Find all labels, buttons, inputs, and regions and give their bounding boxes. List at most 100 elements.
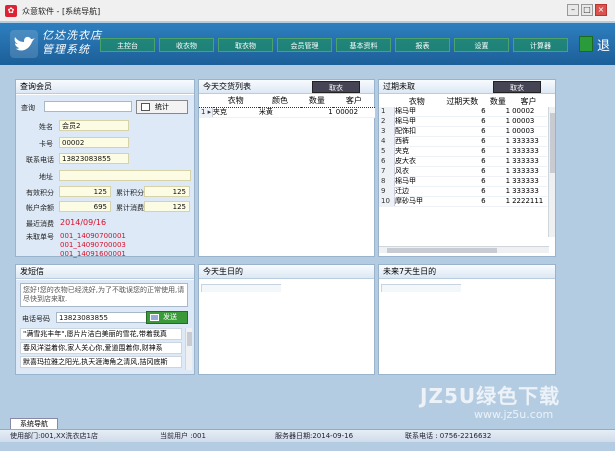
birthday-week-list bbox=[381, 284, 461, 292]
sms-phone-input[interactable]: 13823083855 bbox=[56, 312, 152, 323]
nav-item-members[interactable]: 会员管理 bbox=[277, 38, 332, 52]
col-item: 衣物 bbox=[227, 96, 244, 106]
row-index: 7 bbox=[379, 166, 396, 177]
send-button[interactable]: 发送 bbox=[146, 311, 188, 324]
today-pickup-button[interactable]: 取衣 bbox=[312, 81, 360, 93]
today-delivery-header: 今天交货列表 取衣 bbox=[199, 80, 374, 94]
row-qty: 1 bbox=[485, 196, 511, 207]
close-icon[interactable]: × bbox=[595, 4, 607, 16]
total-points-field: 125 bbox=[144, 186, 190, 197]
nav-item-pickup[interactable]: 取衣物 bbox=[218, 38, 273, 52]
row-customer: 2222111 bbox=[510, 196, 547, 207]
nav-item-calculator[interactable]: 计算器 bbox=[513, 38, 568, 52]
table-row[interactable]: 5 夹克 6 1 333333 bbox=[379, 146, 547, 157]
maximize-icon[interactable]: □ bbox=[581, 4, 593, 16]
sms-template-3[interactable]: 默喜玛拉雅之阳光,执天涯海角之清风,拮冈底斯 bbox=[20, 356, 182, 368]
table-row[interactable]: 6 皮大衣 6 1 333333 bbox=[379, 156, 547, 167]
row-item: 皮大衣 bbox=[394, 156, 439, 167]
unclaimed-order-1[interactable]: 001_14090700001 bbox=[60, 232, 126, 240]
nav-item-receive[interactable]: 收衣物 bbox=[159, 38, 214, 52]
minimize-icon[interactable]: – bbox=[567, 4, 579, 16]
name-label: 姓名 bbox=[39, 123, 53, 131]
bird-logo-icon bbox=[10, 30, 38, 58]
stat-button[interactable]: 统计 bbox=[136, 100, 188, 114]
row-index: 2 bbox=[379, 116, 396, 127]
row-index: 6 bbox=[379, 156, 396, 167]
sms-templates-vscroll[interactable] bbox=[185, 328, 192, 370]
table-row[interactable]: 10 摩砂马甲 6 1 2222111 bbox=[379, 196, 547, 207]
birthday-today-header: 今天生日的 bbox=[199, 265, 374, 279]
row-qty: 1 bbox=[485, 136, 511, 147]
window-titlebar: ✿ 众意软件 - [系统导航] – □ × bbox=[0, 0, 615, 22]
table-row[interactable]: 1 ▸ 夹克 米黄 1 00002 bbox=[199, 106, 375, 118]
col-item: 衣物 bbox=[408, 96, 425, 106]
tab-system-navigation[interactable]: 系统导航 bbox=[10, 418, 58, 429]
birthday-week-header: 未来7天生日的 bbox=[379, 265, 555, 279]
table-row[interactable]: 3 配饰扣 6 1 00003 bbox=[379, 126, 547, 137]
row-customer: 00002 bbox=[510, 107, 547, 117]
row-days: 6 bbox=[438, 146, 486, 157]
row-item: 夹克 bbox=[212, 106, 259, 118]
member-panel: 查询会员 查询 统计 姓名 会员2 卡号 00002 联系电话 13823083… bbox=[15, 79, 195, 258]
exit-label: 退 bbox=[597, 39, 611, 54]
watermark-main: JZ5U绿色下载 bbox=[420, 384, 561, 408]
table-row[interactable]: 7 风衣 6 1 333333 bbox=[379, 166, 547, 177]
send-icon bbox=[150, 314, 159, 321]
total-spent-label: 累计消费 bbox=[116, 204, 144, 212]
row-days: 6 bbox=[438, 186, 486, 197]
unclaimed-order-2[interactable]: 001_14090700003 bbox=[60, 241, 126, 249]
phone-label: 联系电话 bbox=[26, 156, 54, 164]
sms-message-input[interactable]: 您好!您的衣物已经洗好,为了不耽误您的正常使用,请尽快到店来取. bbox=[20, 283, 188, 307]
send-label: 发送 bbox=[163, 313, 177, 321]
overdue-hscroll[interactable] bbox=[379, 246, 549, 253]
nav-item-console[interactable]: 主控台 bbox=[100, 38, 155, 52]
nav-item-basic-data[interactable]: 基本资料 bbox=[336, 38, 391, 52]
nav-menu: 主控台 收衣物 取衣物 会员管理 基本资料 报表 设置 计算器 bbox=[100, 38, 572, 52]
sms-panel: 发短信 您好!您的衣物已经洗好,为了不耽误您的正常使用,请尽快到店来取. 电话号… bbox=[15, 264, 195, 375]
row-item: 西裤 bbox=[394, 136, 439, 147]
table-row[interactable]: 4 西裤 6 1 333333 bbox=[379, 136, 547, 147]
status-contact: 联系电话 : 0756-2216632 bbox=[405, 432, 492, 440]
scroll-thumb[interactable] bbox=[187, 332, 192, 346]
overdue-title: 过期未取 bbox=[383, 82, 415, 91]
table-row[interactable]: 9 迁边 6 1 333333 bbox=[379, 186, 547, 197]
points-label: 有效积分 bbox=[26, 189, 54, 197]
watermark-sub: www.jz5u.com bbox=[474, 408, 554, 421]
row-index: 4 bbox=[379, 136, 396, 147]
balance-label: 帐户余额 bbox=[26, 204, 54, 212]
exit-button[interactable]: 退 bbox=[579, 33, 611, 55]
main-navbar: 亿达洗衣店 管理系统 主控台 收衣物 取衣物 会员管理 基本资料 报表 设置 计… bbox=[0, 23, 615, 65]
row-customer: 333333 bbox=[510, 166, 547, 177]
phone-field: 13823083855 bbox=[59, 153, 129, 164]
scroll-thumb[interactable] bbox=[550, 113, 555, 173]
col-idx bbox=[199, 95, 212, 107]
member-panel-header: 查询会员 bbox=[16, 80, 194, 94]
row-item: 风衣 bbox=[394, 166, 439, 177]
row-days: 6 bbox=[438, 156, 486, 167]
row-index: 3 bbox=[379, 126, 396, 137]
window-title: 众意软件 - [系统导航] bbox=[22, 7, 101, 16]
unclaimed-order-3[interactable]: 001_14091600001 bbox=[60, 250, 126, 258]
status-server-date: 服务器日期:2014-09-16 bbox=[275, 432, 354, 440]
nav-item-settings[interactable]: 设置 bbox=[454, 38, 509, 52]
table-row[interactable]: 1 棉马甲 6 1 00002 bbox=[379, 107, 547, 117]
row-days: 6 bbox=[438, 176, 486, 187]
scroll-thumb[interactable] bbox=[387, 248, 497, 253]
overdue-pickup-button[interactable]: 取衣 bbox=[493, 81, 541, 93]
col-days: 过期天数 bbox=[446, 96, 479, 106]
overdue-vscroll[interactable] bbox=[548, 107, 555, 237]
total-points-label: 累计积分 bbox=[116, 189, 144, 197]
table-row[interactable]: 2 棉马甲 6 1 00003 bbox=[379, 116, 547, 127]
watermark: JZ5U绿色下载 www.jz5u.com bbox=[420, 380, 610, 421]
sms-phone-label: 电话号码 bbox=[22, 315, 50, 323]
table-row[interactable]: 8 棉马甲 6 1 333333 bbox=[379, 176, 547, 187]
query-input[interactable] bbox=[44, 101, 132, 112]
sms-template-1[interactable]: "满雪兆丰年",愿片片洁白美丽的雪花,带着我真 bbox=[20, 328, 182, 340]
sms-header: 发短信 bbox=[16, 265, 194, 279]
row-days: 6 bbox=[438, 116, 486, 127]
last-spend-value: 2014/09/16 bbox=[60, 218, 107, 227]
row-qty: 1 bbox=[485, 116, 511, 127]
nav-item-reports[interactable]: 报表 bbox=[395, 38, 450, 52]
sms-template-2[interactable]: 春风洋溢着你,家人关心你,爱道围着你,财神系 bbox=[20, 342, 182, 354]
row-days: 6 bbox=[438, 136, 486, 147]
